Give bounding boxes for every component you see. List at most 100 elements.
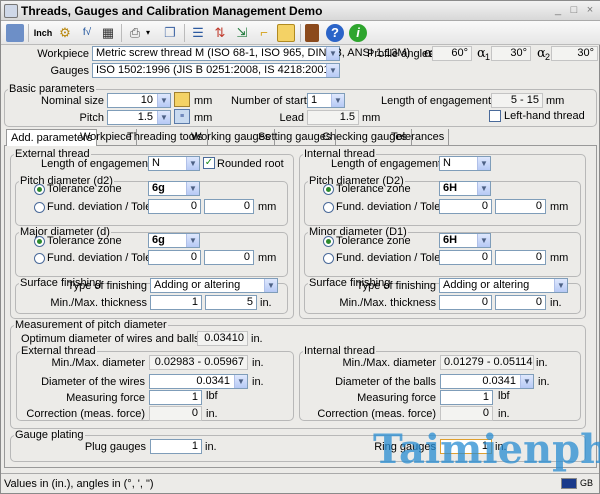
workpiece-value: Metric screw thread M (ISO 68-1, ISO 965… (96, 47, 411, 59)
left-hand-checkbox[interactable] (489, 110, 501, 122)
measuring-force-label: Measuring force (357, 392, 436, 404)
nominal-size-value: 10 (140, 94, 153, 106)
fund-deviation-radio[interactable] (323, 202, 334, 213)
separator (28, 24, 29, 42)
report-icon[interactable]: ☰ (189, 24, 207, 42)
gear-settings-icon[interactable]: ⚙ (56, 24, 74, 42)
unit-label: in. (538, 376, 550, 388)
fund-deviation-radio[interactable] (34, 253, 45, 264)
folder-icon[interactable] (174, 92, 190, 107)
language-label[interactable]: GB (580, 478, 593, 488)
tolerance-zone-label: Tolerance zone (47, 235, 122, 247)
int-pitch-tz-combo[interactable]: 6H ▼ (439, 181, 491, 196)
measuring-force-input[interactable]: 1 (149, 390, 202, 405)
tolerance-zone-radio[interactable] (323, 236, 334, 247)
export-icon[interactable]: ⇲ (233, 24, 251, 42)
int-finishing-combo[interactable]: Adding or altering ▼ (439, 278, 568, 293)
tab-tolerances[interactable]: Tolerances (387, 129, 450, 145)
engagement-field: 5 - 15 (491, 93, 543, 108)
wire-diameter-value: 0.0341 (196, 375, 230, 387)
unit-label: in. (205, 441, 217, 453)
ext-engagement-combo[interactable]: N ▼ (148, 156, 200, 171)
open-folder-icon[interactable]: ⌐ (255, 24, 273, 42)
fund-deviation-input[interactable]: 0 (439, 250, 492, 265)
folder-icon[interactable] (277, 24, 295, 42)
pitch-combo[interactable]: 1.5 ▼ (107, 110, 171, 125)
ball-diameter-combo[interactable]: 0.0341 ▼ (440, 374, 534, 389)
group-title: External thread (20, 345, 97, 357)
starts-combo[interactable]: 1 ▼ (307, 93, 345, 108)
fund-deviation-radio[interactable] (34, 202, 45, 213)
tolerance-input[interactable]: 0 (495, 199, 546, 214)
fund-deviation-input[interactable]: 0 (439, 199, 492, 214)
tolerance-input[interactable]: 0 (204, 250, 254, 265)
calculator-icon[interactable] (6, 24, 24, 42)
ext-finishing-combo[interactable]: Adding or altering ▼ (150, 278, 278, 293)
printer-icon[interactable]: ⎙ (126, 24, 144, 42)
pitch-value: 1.5 (137, 111, 153, 123)
wire-diameter-combo[interactable]: 0.0341 ▼ (149, 374, 248, 389)
unit-label: in. (206, 408, 218, 420)
exit-icon[interactable] (305, 24, 319, 42)
tolerance-zone-label: Tolerance zone (336, 183, 411, 195)
formula-icon[interactable]: f√ (78, 24, 96, 42)
tolerance-input[interactable]: 0 (204, 199, 254, 214)
pitch-table-icon[interactable]: ≡ (174, 109, 190, 124)
import-icon[interactable]: ⇅ (211, 24, 229, 42)
tolerance-zone-radio[interactable] (323, 184, 334, 195)
tolerance-zone-radio[interactable] (34, 184, 45, 195)
max-thickness-input[interactable]: 5 (205, 295, 257, 310)
finishing-value: Adding or altering (154, 279, 241, 291)
copy-icon[interactable]: ❐ (161, 24, 179, 42)
chevron-down-icon: ▼ (264, 279, 277, 292)
type-of-finishing-label: Type of finishing (356, 280, 437, 292)
dropdown-arrow-icon[interactable]: ▾ (144, 24, 152, 42)
group-title: Basic parameters (8, 83, 96, 95)
fund-deviation-radio[interactable] (323, 253, 334, 264)
engagement-label: Length of engagement (381, 95, 492, 107)
correction-field: 0 (440, 406, 493, 421)
max-thickness-input[interactable]: 0 (495, 295, 546, 310)
nominal-size-combo[interactable]: 10 ▼ (107, 93, 171, 108)
unit-label: mm (550, 201, 569, 213)
measuring-force-label: Measuring force (66, 392, 145, 404)
unit-label: lbf (206, 390, 218, 402)
unit-label: mm (258, 252, 277, 264)
calc-table-icon[interactable]: ▦ (99, 24, 117, 42)
min-thickness-input[interactable]: 0 (439, 295, 492, 310)
int-engagement-combo[interactable]: N ▼ (439, 156, 491, 171)
min-thickness-input[interactable]: 1 (150, 295, 202, 310)
info-icon[interactable]: i (349, 24, 367, 42)
chevron-down-icon: ▼ (326, 47, 339, 60)
fund-deviation-input[interactable]: 0 (148, 250, 201, 265)
ext-major-tz-combo[interactable]: 6g ▼ (148, 233, 200, 248)
rounded-root-checkbox[interactable]: ✓ (203, 157, 215, 169)
fund-deviation-input[interactable]: 0 (148, 199, 201, 214)
chevron-down-icon: ▼ (234, 375, 247, 388)
unit-label: in. (252, 357, 264, 369)
tolerance-input[interactable]: 0 (495, 250, 546, 265)
tolerance-zone-label: Tolerance zone (336, 235, 411, 247)
wire-diameter-label: Diameter of the wires (41, 376, 145, 388)
maximize-button[interactable]: □ (567, 4, 581, 17)
inch-units-icon[interactable]: Inch (33, 24, 53, 42)
plug-gauges-input[interactable]: 1 (150, 439, 202, 454)
int-minor-tz-combo[interactable]: 6H ▼ (439, 233, 491, 248)
correction-label: Correction (meas. force) (317, 408, 436, 420)
help-icon[interactable]: ? (326, 24, 344, 42)
measuring-force-input[interactable]: 1 (440, 390, 493, 405)
minimize-button[interactable]: _ (551, 4, 565, 17)
ext-pitch-tz-combo[interactable]: 6g ▼ (148, 181, 200, 196)
unit-label: in. (550, 297, 562, 309)
separator (184, 24, 185, 42)
gauges-select[interactable]: ISO 1502:1996 (JIS B 0251:2008, IS 4218:… (92, 63, 340, 78)
tz-value: 6g (152, 234, 165, 246)
tolerance-zone-radio[interactable] (34, 236, 45, 247)
app-icon (4, 4, 18, 18)
workpiece-select[interactable]: Metric screw thread M (ISO 68-1, ISO 965… (92, 46, 410, 61)
toolbar: Inch ⚙ f√ ▦ ⎙ ▾ ❐ ☰ ⇅ ⇲ ⌐ ? i (1, 21, 600, 45)
chevron-down-icon: ▼ (186, 157, 199, 170)
chevron-down-icon: ▼ (477, 234, 490, 247)
finishing-value: Adding or altering (443, 279, 530, 291)
close-button[interactable]: × (583, 4, 597, 17)
